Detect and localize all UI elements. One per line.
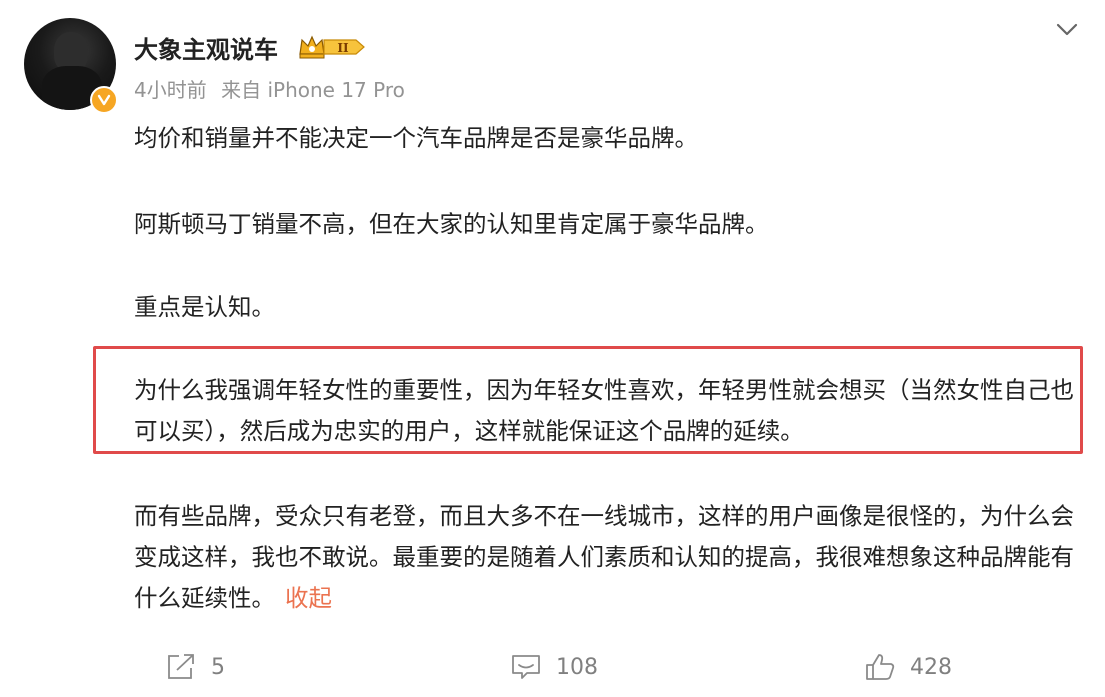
post-time[interactable]: 4小时前 — [134, 78, 207, 102]
share-count: 5 — [211, 654, 225, 680]
paragraph-3: 重点是认知。 — [134, 293, 275, 321]
paragraph-5: 而有些品牌，受众只有老登，而且大多不在一线城市，这样的用户画像是很怪的，为什么会… — [134, 496, 1082, 619]
paragraph-5-text: 而有些品牌，受众只有老登，而且大多不在一线城市，这样的用户画像是很怪的，为什么会… — [134, 502, 1074, 612]
chevron-down-icon[interactable] — [1052, 14, 1082, 44]
verified-v-icon — [90, 86, 118, 114]
level-badge-text: II — [337, 41, 349, 55]
like-count: 428 — [910, 654, 952, 680]
share-icon — [168, 654, 194, 679]
post-meta: 4小时前 来自 iPhone 17 Pro — [134, 74, 405, 103]
thumbs-up-icon — [866, 654, 895, 680]
share-button[interactable]: 5 — [165, 652, 225, 682]
comment-count: 108 — [556, 654, 598, 680]
crown-icon[interactable]: II — [298, 34, 368, 60]
post-source: 来自 iPhone 17 Pro — [221, 78, 405, 102]
paragraph-1: 均价和销量并不能决定一个汽车品牌是否是豪华品牌。 — [134, 124, 698, 152]
highlight-box — [93, 346, 1083, 454]
like-button[interactable]: 428 — [864, 652, 952, 682]
comment-icon — [512, 655, 540, 679]
comment-button[interactable]: 108 — [510, 652, 598, 682]
username[interactable]: 大象主观说车 — [134, 30, 278, 65]
action-bar: 5 108 428 — [0, 652, 1105, 688]
paragraph-2: 阿斯顿马丁销量不高，但在大家的认知里肯定属于豪华品牌。 — [134, 210, 769, 238]
collapse-link[interactable]: 收起 — [285, 584, 332, 612]
